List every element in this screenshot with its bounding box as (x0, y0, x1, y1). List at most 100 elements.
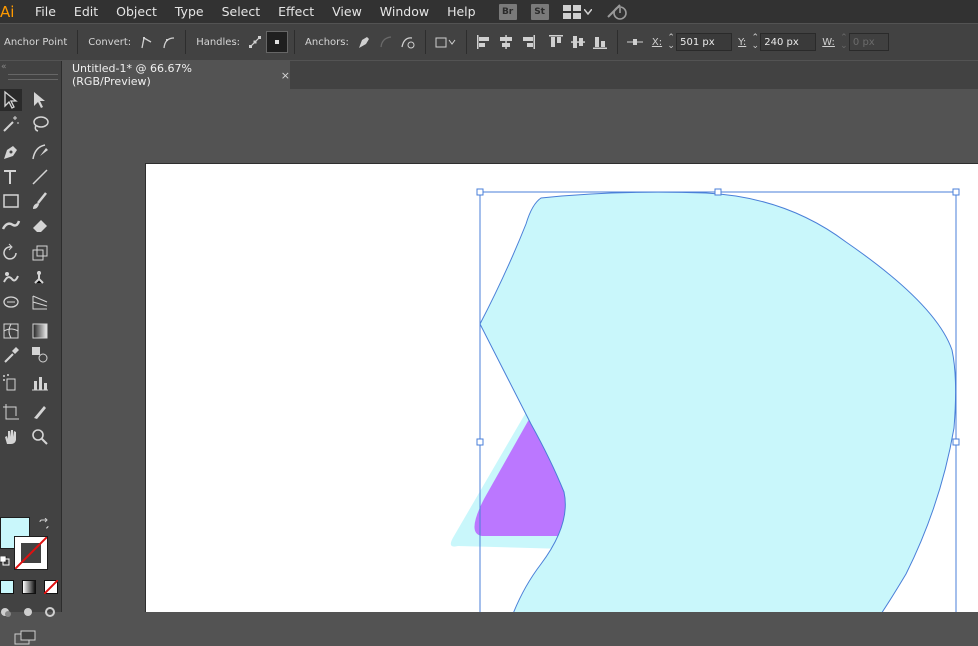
lasso-tool[interactable] (29, 113, 51, 135)
warp-tool[interactable] (0, 267, 22, 289)
scale-tool[interactable] (29, 242, 51, 264)
y-position-input[interactable]: 240 px (760, 33, 817, 51)
align-left-button[interactable] (473, 31, 495, 53)
w-stepper[interactable]: ⌃ ⌄ (839, 34, 849, 51)
cyan-blob-shape (479, 191, 957, 612)
align-left-icon (476, 35, 489, 49)
bridge-button[interactable]: Br (498, 3, 517, 20)
draw-mode-row (0, 606, 56, 618)
x-label: X: (651, 36, 663, 48)
none-slash-icon (15, 537, 47, 569)
perspective-grid-tool[interactable] (29, 291, 51, 313)
align-hcenter-button[interactable] (495, 31, 517, 53)
menu-select[interactable]: Select (213, 0, 270, 23)
artboard-tool[interactable] (0, 401, 22, 423)
column-graph-tool[interactable] (29, 372, 51, 394)
menu-help[interactable]: Help (438, 0, 485, 23)
paintbrush-tool[interactable] (29, 190, 51, 212)
divider (424, 30, 426, 54)
default-colors-icon[interactable] (0, 556, 10, 566)
align-bottom-button[interactable] (589, 31, 611, 53)
gpu-performance-icon[interactable] (606, 3, 628, 21)
draw-inside-icon[interactable] (44, 606, 56, 618)
direct-selection-tool[interactable] (0, 89, 22, 111)
color-mode-button[interactable] (0, 580, 14, 594)
canvas-area[interactable] (62, 89, 978, 612)
type-tool[interactable] (0, 166, 22, 188)
gradient-tool[interactable] (29, 320, 51, 342)
rectangle-tool[interactable] (0, 190, 22, 212)
stock-button[interactable]: St (530, 3, 549, 20)
hand-tool[interactable] (0, 426, 22, 448)
lasso-icon (33, 116, 49, 132)
gradient-mode-button[interactable] (22, 580, 36, 594)
y-stepper[interactable]: ⌃ ⌄ (750, 34, 760, 51)
show-handles-button[interactable] (244, 31, 266, 53)
swap-fill-stroke-icon[interactable] (38, 518, 50, 530)
rotate-tool[interactable] (0, 242, 22, 264)
reference-point-button[interactable] (624, 31, 646, 53)
hide-handles-button[interactable] (266, 31, 289, 53)
pen-tool[interactable] (0, 141, 22, 163)
free-transform-tool[interactable] (0, 291, 22, 313)
draw-behind-icon[interactable] (22, 606, 34, 618)
menu-type[interactable]: Type (166, 0, 213, 23)
reference-point-icon (626, 39, 643, 45)
cut-path-button[interactable] (397, 31, 419, 53)
eyedropper-tool[interactable] (0, 344, 22, 366)
zoom-tool[interactable] (29, 426, 51, 448)
gradient-icon (32, 323, 48, 339)
menu-object[interactable]: Object (107, 0, 166, 23)
screen-mode-icon[interactable] (14, 630, 36, 646)
x-stepper[interactable]: ⌃ ⌄ (666, 34, 676, 51)
align-top-button[interactable] (545, 31, 567, 53)
column-graph-icon (32, 377, 48, 391)
document-tab-bar: Untitled-1* @ 66.67% (RGB/Preview) × (62, 61, 978, 89)
convert-to-corner-button[interactable] (135, 31, 157, 53)
document-tab-title: Untitled-1* @ 66.67% (RGB/Preview) (72, 62, 192, 88)
close-tab-button[interactable]: × (281, 69, 290, 82)
curvature-tool[interactable] (29, 141, 51, 163)
mesh-tool[interactable] (0, 320, 22, 342)
menu-effect[interactable]: Effect (269, 0, 323, 23)
menu-file[interactable]: File (24, 0, 65, 23)
draw-normal-icon[interactable] (0, 606, 12, 618)
menu-edit[interactable]: Edit (65, 0, 107, 23)
align-vertical-center-icon (570, 36, 585, 48)
bbox-handle-ml (476, 438, 484, 446)
stroke-color-swatch[interactable] (14, 536, 48, 570)
convert-to-smooth-button[interactable] (157, 31, 179, 53)
align-right-icon (522, 35, 535, 49)
artboard[interactable] (146, 164, 978, 612)
menu-window[interactable]: Window (371, 0, 438, 23)
eraser-tool[interactable] (29, 214, 51, 236)
shaper-tool[interactable] (0, 214, 22, 236)
collapse-icon[interactable]: « (1, 62, 7, 72)
document-tab[interactable]: Untitled-1* @ 66.67% (RGB/Preview) × (62, 61, 290, 89)
line-segment-tool[interactable] (29, 166, 51, 188)
remove-anchor-button[interactable] (353, 31, 375, 53)
symbol-sprayer-tool[interactable] (0, 372, 22, 394)
cut-path-icon (401, 37, 415, 49)
align-to-dropdown[interactable] (432, 31, 460, 53)
selection-tool[interactable] (29, 89, 51, 111)
x-position-input[interactable]: 501 px (676, 33, 733, 51)
puppet-warp-tool[interactable] (29, 267, 51, 289)
selection-icon (34, 92, 45, 108)
bbox-handle-mr (952, 438, 960, 446)
width-input[interactable]: 0 px (848, 33, 889, 51)
tools-panel: « (0, 61, 62, 645)
none-mode-button[interactable] (44, 580, 58, 594)
align-vcenter-button[interactable] (567, 31, 589, 53)
align-right-button[interactable] (517, 31, 539, 53)
slice-tool[interactable] (29, 401, 51, 423)
direct-selection-icon (4, 90, 18, 109)
menu-view[interactable]: View (323, 0, 371, 23)
line-segment-icon (32, 169, 48, 185)
align-bottom-icon (592, 37, 607, 49)
workspace-switcher-button[interactable] (562, 4, 592, 19)
divider (465, 30, 467, 54)
magic-wand-tool[interactable] (0, 113, 22, 135)
connect-anchors-button[interactable] (375, 31, 397, 53)
blend-tool[interactable] (29, 344, 51, 366)
